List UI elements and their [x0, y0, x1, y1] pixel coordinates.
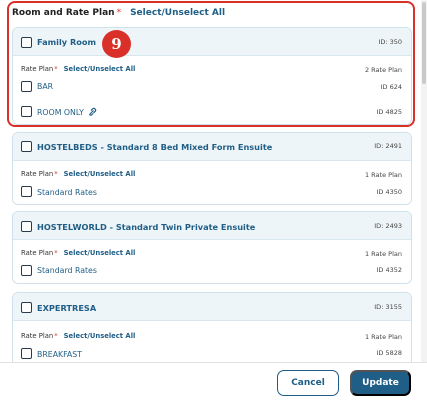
rate-plan-id: ID 5828 [376, 349, 402, 357]
highlight-box [7, 1, 415, 127]
room-card-header: HOSTELWORLD - Standard Twin Private Ensu… [13, 212, 411, 240]
rate-plan-count: 1 Rate Plan [364, 171, 402, 179]
modal-footer: Cancel Update [0, 362, 427, 407]
rate-plan-name: Standard Rates [37, 188, 97, 197]
rate-plan-id: ID 4350 [376, 188, 402, 196]
room-checkbox[interactable] [21, 302, 32, 313]
room-card: HOSTELBEDS - Standard 8 Bed Mixed Form E… [12, 132, 412, 205]
rate-plan-select-all-link[interactable]: Select/Unselect All [64, 170, 136, 178]
cancel-button[interactable]: Cancel [277, 370, 339, 396]
rate-plan-label: Rate Plan [21, 170, 54, 178]
room-id: ID: 3155 [374, 303, 402, 311]
rate-plan-label: Rate Plan [21, 332, 54, 340]
rate-plan-select-all-link[interactable]: Select/Unselect All [64, 249, 136, 257]
rate-plan-header: Rate Plan * Select/Unselect All [21, 332, 135, 340]
room-id: ID: 2493 [374, 222, 402, 230]
room-checkbox[interactable] [21, 141, 32, 152]
rate-plan-name: Standard Rates [37, 266, 97, 275]
room-id: ID: 2491 [374, 142, 402, 150]
rate-plan-checkbox[interactable] [21, 265, 32, 276]
room-card: HOSTELWORLD - Standard Twin Private Ensu… [12, 211, 412, 284]
room-name: HOSTELBEDS - Standard 8 Bed Mixed Form E… [37, 142, 273, 152]
rate-plan-checkbox[interactable] [21, 186, 32, 197]
rate-plan-checkbox[interactable] [21, 348, 32, 359]
rate-plan-label: Rate Plan [21, 249, 54, 257]
required-mark: * [54, 332, 58, 340]
room-name: EXPERTRESA [37, 303, 97, 313]
scrollbar-thumb[interactable] [422, 2, 426, 84]
room-rate-plan-list: Room and Rate Plan * Select/Unselect All… [0, 0, 427, 362]
room-card-header: HOSTELBEDS - Standard 8 Bed Mixed Form E… [13, 133, 411, 161]
rate-plan-id: ID 4352 [376, 266, 402, 274]
room-card: EXPERTRESA ID: 3155 Rate Plan * Select/U… [12, 292, 412, 362]
room-name: HOSTELWORLD - Standard Twin Private Ensu… [37, 222, 256, 232]
rate-plan-header: Rate Plan * Select/Unselect All [21, 249, 135, 257]
rate-plan-count: 1 Rate Plan [364, 250, 402, 258]
step-badge: 9 [102, 30, 131, 58]
update-button[interactable]: Update [350, 370, 411, 396]
room-checkbox[interactable] [21, 221, 32, 232]
rate-plan-name: BREAKFAST [37, 350, 82, 359]
required-mark: * [54, 249, 58, 257]
room-card-header: EXPERTRESA ID: 3155 [13, 293, 411, 321]
rate-plan-count: 1 Rate Plan [364, 333, 402, 341]
rate-plan-header: Rate Plan * Select/Unselect All [21, 170, 135, 178]
required-mark: * [54, 170, 58, 178]
rate-plan-select-all-link[interactable]: Select/Unselect All [64, 332, 136, 340]
